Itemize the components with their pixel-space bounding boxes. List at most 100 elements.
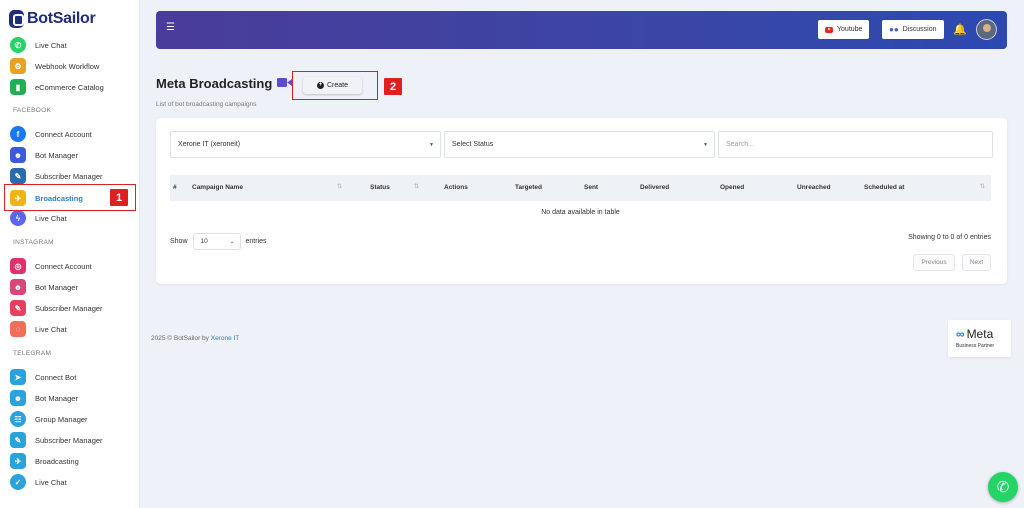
- sort-icon[interactable]: ⇅: [414, 183, 419, 190]
- search-input[interactable]: [718, 131, 993, 158]
- column-header-actions[interactable]: Actions: [444, 184, 468, 191]
- user-avatar[interactable]: [976, 19, 997, 40]
- page-title: Meta Broadcasting: [156, 76, 273, 91]
- instagram-icon: ◎: [10, 258, 26, 274]
- copyright-text: 2025 © BotSailor by: [151, 335, 209, 342]
- sidebar-item-label: Connect Bot: [35, 372, 77, 382]
- messenger-icon: ϟ: [10, 210, 26, 226]
- page-length-control: Show 10 ⌄ entries: [170, 233, 267, 250]
- sidebar-item-label: Bot Manager: [35, 393, 78, 403]
- step-marker-2: 2: [384, 78, 402, 95]
- column-header-index[interactable]: #: [173, 184, 177, 191]
- column-header-status[interactable]: Status: [370, 184, 390, 191]
- robot-icon: ☻: [10, 147, 26, 163]
- facebook-icon: f: [10, 126, 26, 142]
- whatsapp-chat-button[interactable]: ✆: [988, 472, 1018, 502]
- sidebar: BotSailor ✆ Live Chat ⚙ Webhook Workflow…: [0, 0, 140, 508]
- meta-logo-text: Meta: [966, 327, 994, 341]
- page-length-select[interactable]: 10 ⌄: [192, 233, 241, 250]
- page-length-value: 10: [200, 238, 208, 245]
- video-camera-icon: [277, 78, 292, 87]
- caret-down-icon: ▼: [429, 142, 434, 148]
- section-title-instagram: INSTAGRAM: [13, 239, 54, 246]
- status-select-value: Select Status: [452, 141, 494, 148]
- top-navbar: ☰ Youtube ●● Discussion 🔔: [156, 11, 1007, 49]
- campaigns-card: Xerone IT (xeroneit) ▼ Select Status ▼ #…: [156, 118, 1007, 284]
- column-header-delivered[interactable]: Delivered: [640, 184, 669, 191]
- table-info: Showing 0 to 0 of 0 entries: [908, 234, 991, 241]
- chevron-down-icon: ⌄: [229, 239, 235, 245]
- subscriber-icon: ✎: [10, 432, 26, 448]
- section-title-facebook: FACEBOOK: [13, 107, 52, 114]
- sidebar-item-fb-subscriber-manager[interactable]: ✎ Subscriber Manager: [10, 166, 103, 186]
- column-header-campaign-name[interactable]: Campaign Name: [192, 184, 243, 191]
- company-link[interactable]: Xerone IT: [211, 335, 240, 342]
- sidebar-item-label: Bot Manager: [35, 282, 78, 292]
- sidebar-item-label: Connect Account: [35, 261, 92, 271]
- sidebar-item-tg-bot-manager[interactable]: ☻ Bot Manager: [10, 388, 78, 408]
- status-select[interactable]: Select Status ▼: [444, 131, 715, 158]
- youtube-button[interactable]: Youtube: [818, 20, 870, 39]
- brand-logo[interactable]: BotSailor: [9, 10, 96, 28]
- sidebar-item-tg-group-manager[interactable]: ☷ Group Manager: [10, 409, 88, 429]
- page-subtitle: List of bot broadcasting campaigns: [156, 101, 257, 108]
- sidebar-item-ecommerce-catalog[interactable]: ▮ eCommerce Catalog: [10, 77, 104, 97]
- notification-bell-icon[interactable]: 🔔: [953, 23, 967, 36]
- sidebar-item-tg-live-chat[interactable]: ✓ Live Chat: [10, 472, 67, 492]
- sidebar-item-label: Live Chat: [35, 40, 67, 50]
- sidebar-item-label: Connect Account: [35, 129, 92, 139]
- webhook-icon: ⚙: [10, 58, 26, 74]
- sort-icon[interactable]: ⇅: [337, 183, 342, 190]
- sidebar-item-label: Group Manager: [35, 414, 88, 424]
- robot-icon: ☻: [10, 390, 26, 406]
- sort-icon[interactable]: ⇅: [980, 183, 985, 190]
- sidebar-item-label: Subscriber Manager: [35, 435, 103, 445]
- youtube-icon: [825, 26, 833, 33]
- menu-toggle-icon[interactable]: ☰: [166, 23, 176, 33]
- column-header-targeted[interactable]: Targeted: [515, 184, 542, 191]
- shopping-bag-icon: ▮: [10, 79, 26, 95]
- sidebar-item-ig-bot-manager[interactable]: ☻ Bot Manager: [10, 277, 78, 297]
- column-header-sent[interactable]: Sent: [584, 184, 598, 191]
- users-icon: ●●: [889, 25, 899, 34]
- robot-icon: ☻: [10, 279, 26, 295]
- sidebar-item-webhook-workflow[interactable]: ⚙ Webhook Workflow: [10, 56, 99, 76]
- sidebar-item-ig-connect-account[interactable]: ◎ Connect Account: [10, 256, 92, 276]
- sidebar-item-tg-broadcasting[interactable]: ✈ Broadcasting: [10, 451, 79, 471]
- youtube-button-label: Youtube: [837, 26, 863, 33]
- next-page-button[interactable]: Next: [962, 254, 991, 271]
- sidebar-item-label: Bot Manager: [35, 150, 78, 160]
- highlight-box-create: [292, 71, 378, 100]
- subscriber-icon: ✎: [10, 300, 26, 316]
- sidebar-item-ig-subscriber-manager[interactable]: ✎ Subscriber Manager: [10, 298, 103, 318]
- sidebar-item-fb-live-chat[interactable]: ϟ Live Chat: [10, 208, 67, 228]
- column-header-unreached[interactable]: Unreached: [797, 184, 831, 191]
- step-marker-1: 1: [110, 189, 128, 206]
- empty-table-message: No data available in table: [541, 209, 620, 216]
- show-label: Show: [170, 238, 188, 245]
- discussion-button[interactable]: ●● Discussion: [882, 20, 944, 39]
- column-header-scheduled-at[interactable]: Scheduled at: [864, 184, 904, 191]
- caret-down-icon: ▼: [703, 142, 708, 148]
- column-header-opened[interactable]: Opened: [720, 184, 744, 191]
- group-icon: ☷: [10, 411, 26, 427]
- whatsapp-icon: ✆: [996, 479, 1010, 496]
- meta-logo: ∞ Meta: [956, 327, 993, 341]
- sidebar-item-label: Subscriber Manager: [35, 171, 103, 181]
- meta-badge-subtitle: Business Partner: [956, 343, 995, 349]
- previous-page-button[interactable]: Previous: [913, 254, 955, 271]
- meta-partner-badge: ∞ Meta Business Partner: [948, 320, 1011, 357]
- sidebar-item-label: eCommerce Catalog: [35, 82, 104, 92]
- chat-icon: ◌: [10, 321, 26, 337]
- account-select[interactable]: Xerone IT (xeroneit) ▼: [170, 131, 441, 158]
- sidebar-item-fb-connect-account[interactable]: f Connect Account: [10, 124, 92, 144]
- sidebar-item-fb-bot-manager[interactable]: ☻ Bot Manager: [10, 145, 78, 165]
- sidebar-item-tg-connect-bot[interactable]: ➤ Connect Bot: [10, 367, 76, 387]
- section-title-telegram: TELEGRAM: [13, 350, 52, 357]
- discussion-button-label: Discussion: [902, 26, 937, 33]
- sidebar-item-tg-subscriber-manager[interactable]: ✎ Subscriber Manager: [10, 430, 103, 450]
- entries-label: entries: [245, 238, 267, 245]
- telegram-icon: ➤: [10, 369, 26, 385]
- sidebar-item-live-chat[interactable]: ✆ Live Chat: [10, 35, 67, 55]
- sidebar-item-ig-live-chat[interactable]: ◌ Live Chat: [10, 319, 67, 339]
